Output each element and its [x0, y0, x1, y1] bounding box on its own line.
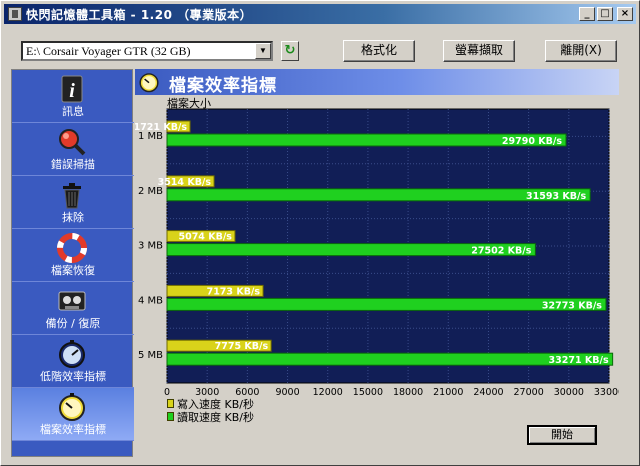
- x-tick-label: 21000: [433, 387, 463, 398]
- chevron-down-icon[interactable]: ▼: [255, 43, 271, 59]
- sidebar-item-label: 檔案效率指標: [40, 423, 106, 436]
- screen-capture-button[interactable]: 螢幕擷取: [443, 40, 515, 62]
- stopwatch-icon: [59, 340, 85, 368]
- maximize-button[interactable]: □: [597, 7, 613, 21]
- y-tick-label: 5 MB: [138, 350, 163, 361]
- panel-header: 檔案效率指標: [135, 69, 619, 96]
- minimize-button[interactable]: _: [579, 7, 595, 21]
- legend-label-read: 讀取速度 KB/秒: [177, 410, 254, 424]
- bar-label-write: 3514 KB/s: [158, 177, 212, 188]
- page-title: 檔案效率指標: [169, 76, 277, 96]
- sidebar-item-file-benchmark[interactable]: 檔案效率指標: [12, 388, 134, 441]
- sidebar-item-label: 抹除: [62, 211, 84, 224]
- y-tick-label: 3 MB: [138, 241, 163, 252]
- x-tick-label: 12000: [313, 387, 343, 398]
- sidebar-item-label: 檔案恢復: [51, 264, 95, 277]
- device-select[interactable]: E:\ Corsair Voyager GTR (32 GB) ▼: [21, 41, 273, 61]
- legend-swatch-write: [167, 399, 174, 408]
- bar-label-read: 27502 KB/s: [471, 246, 531, 257]
- sidebar-item-label: 訊息: [62, 105, 84, 118]
- bar-label-read: 29790 KB/s: [502, 136, 562, 147]
- x-tick-label: 30000: [554, 387, 584, 398]
- magnifier-icon: [59, 129, 86, 156]
- tape-icon: [58, 291, 86, 311]
- legend: 寫入速度 KB/秒 讀取速度 KB/秒: [167, 397, 254, 424]
- refresh-button[interactable]: ↻: [281, 41, 299, 61]
- device-select-value: E:\ Corsair Voyager GTR (32 GB): [26, 44, 191, 58]
- bar-label-write: 7173 KB/s: [207, 286, 261, 297]
- app-icon: [8, 7, 22, 21]
- start-button[interactable]: 開始: [527, 425, 597, 445]
- x-tick-label: 33000: [594, 387, 619, 398]
- benchmark-panel: 檔案效率指標 檔案大小 1 MB 1721 KB/s 29790 KB/s 2 MB 3…: [135, 69, 619, 457]
- bar-label-read: 31593 KB/s: [526, 191, 586, 202]
- sidebar-item-low-level-benchmark[interactable]: 低階效率指標: [12, 335, 134, 388]
- sidebar-item-erase[interactable]: 抹除: [12, 176, 134, 229]
- x-tick-label: 27000: [514, 387, 544, 398]
- y-tick-label: 4 MB: [138, 295, 163, 306]
- sidebar-item-label: 錯誤掃描: [51, 158, 95, 171]
- bar-label-read: 33271 KB/s: [549, 355, 609, 366]
- sidebar: i 訊息 錯誤掃描 抹除 檔案恢復 備份 / 復原 低階效率指標 檔案效率指標: [11, 69, 134, 457]
- exit-button[interactable]: 離開(X): [545, 40, 617, 62]
- window-title: 快閃記憶體工具箱 - 1.20 （專業版本）: [26, 7, 253, 22]
- trash-icon: [63, 183, 81, 209]
- bar-read: [166, 297, 607, 311]
- x-tick-label: 18000: [393, 387, 423, 398]
- bar-label-write: 5074 KB/s: [178, 232, 232, 243]
- title-bar[interactable]: 快閃記憶體工具箱 - 1.20 （專業版本） _ □ ×: [4, 4, 636, 24]
- bar-label-write: 7775 KB/s: [215, 341, 269, 352]
- sidebar-item-label: 備份 / 復原: [45, 317, 101, 330]
- stopwatch-icon: [139, 73, 159, 93]
- sidebar-item-backup[interactable]: 備份 / 復原: [12, 282, 134, 335]
- x-tick-label: 24000: [473, 387, 503, 398]
- x-tick-label: 15000: [353, 387, 383, 398]
- bar-label-write: 1721 KB/s: [135, 122, 187, 133]
- svg-text:i: i: [69, 80, 75, 102]
- legend-swatch-read: [167, 412, 174, 421]
- sidebar-item-error-scan[interactable]: 錯誤掃描: [12, 123, 134, 176]
- x-tick-label: 9000: [275, 387, 299, 398]
- lifebuoy-icon: [57, 233, 87, 263]
- close-button[interactable]: ×: [617, 7, 633, 21]
- bar-label-read: 32773 KB/s: [542, 300, 602, 311]
- speed-chart: 1 MB1721 KB/s29790 KB/s2 MB3514 KB/s3159…: [135, 108, 619, 398]
- sidebar-item-info[interactable]: i 訊息: [12, 70, 134, 123]
- stopwatch-icon: [59, 393, 85, 421]
- toolbar: E:\ Corsair Voyager GTR (32 GB) ▼ ↻ 格式化 …: [1, 29, 639, 69]
- legend-item-read: 讀取速度 KB/秒: [167, 410, 254, 424]
- info-icon: i: [61, 75, 83, 103]
- sidebar-item-label: 低階效率指標: [40, 370, 106, 383]
- sidebar-item-file-recovery[interactable]: 檔案恢復: [12, 229, 134, 282]
- format-button[interactable]: 格式化: [343, 40, 415, 62]
- bar-read: [166, 352, 614, 366]
- app-window: 快閃記憶體工具箱 - 1.20 （專業版本） _ □ × E:\ Corsair…: [0, 0, 640, 466]
- refresh-icon: ↻: [284, 43, 296, 58]
